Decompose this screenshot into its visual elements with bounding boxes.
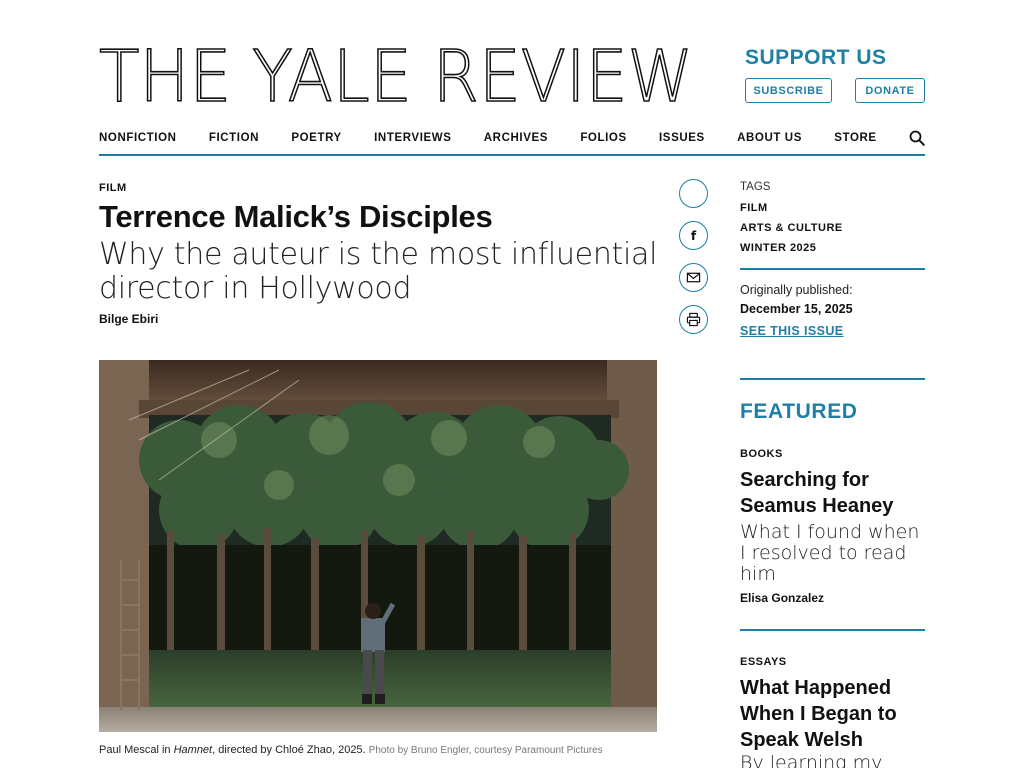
- nav-item-about-us[interactable]: ABOUT US: [737, 132, 802, 144]
- nav-item-folios[interactable]: FOLIOS: [580, 132, 626, 144]
- main-nav: NONFICTION FICTION POETRY INTERVIEWS ARC…: [99, 127, 925, 149]
- tags-label: TAGS: [740, 181, 771, 193]
- sidebar-divider: [740, 268, 925, 270]
- featured-category[interactable]: ESSAYS: [740, 656, 787, 668]
- photo-credit: Photo by Bruno Engler, courtesy Paramoun…: [368, 745, 603, 756]
- featured-subtitle: What I found when I resolved to read him: [740, 521, 920, 585]
- published-label: Originally published:: [740, 283, 853, 297]
- print-icon[interactable]: [679, 305, 708, 334]
- hero-image: [99, 360, 657, 732]
- svg-text:f: f: [691, 229, 697, 243]
- site-logo-text: THE YALE REVIEW: [99, 44, 693, 106]
- share-icon[interactable]: [679, 179, 708, 208]
- featured-subtitle: By learning my: [740, 752, 883, 768]
- featured-heading: FEATURED: [740, 400, 858, 423]
- support-heading: SUPPORT US: [745, 46, 887, 69]
- nav-item-store[interactable]: STORE: [834, 132, 876, 144]
- sidebar-divider: [740, 378, 925, 380]
- tag-arts-culture[interactable]: ARTS & CULTURE: [740, 222, 843, 234]
- featured-title[interactable]: Searching for Seamus Heaney: [740, 467, 925, 519]
- nav-item-issues[interactable]: ISSUES: [659, 132, 705, 144]
- tag-film[interactable]: FILM: [740, 202, 768, 214]
- caption-film: Hamnet: [173, 744, 213, 756]
- caption-director: , directed by Chloé Zhao, 2025.: [212, 744, 366, 756]
- featured-title[interactable]: What Happened When I Began to Speak Wels…: [740, 675, 925, 753]
- nav-item-poetry[interactable]: POETRY: [291, 132, 341, 144]
- search-icon[interactable]: [909, 130, 925, 146]
- nav-item-fiction[interactable]: FICTION: [209, 132, 259, 144]
- article-category[interactable]: FILM: [99, 182, 127, 194]
- tag-winter-2025[interactable]: WINTER 2025: [740, 242, 816, 254]
- email-icon[interactable]: [679, 263, 708, 292]
- site-logo[interactable]: THE YALE REVIEW: [99, 44, 695, 106]
- nav-item-interviews[interactable]: INTERVIEWS: [374, 132, 451, 144]
- image-caption: Paul Mescal in Hamnet, directed by Chloé…: [99, 744, 603, 756]
- featured-author[interactable]: Elisa Gonzalez: [740, 591, 824, 605]
- see-this-issue-link[interactable]: SEE THIS ISSUE: [740, 324, 844, 338]
- facebook-icon[interactable]: f: [679, 221, 708, 250]
- caption-name: Paul Mescal in: [99, 744, 174, 756]
- nav-item-nonfiction[interactable]: NONFICTION: [99, 132, 177, 144]
- featured-category[interactable]: BOOKS: [740, 448, 783, 460]
- nav-divider: [99, 154, 925, 156]
- article-title: Terrence Malick’s Disciples: [99, 199, 493, 234]
- subscribe-button[interactable]: SUBSCRIBE: [745, 78, 832, 103]
- donate-button[interactable]: DONATE: [855, 78, 925, 103]
- nav-item-archives[interactable]: ARCHIVES: [484, 132, 548, 144]
- published-date: December 15, 2025: [740, 302, 853, 316]
- sidebar-divider: [740, 629, 925, 631]
- article-subtitle: Why the auteur is the most influential d…: [99, 237, 658, 306]
- article-author[interactable]: Bilge Ebiri: [99, 312, 158, 326]
